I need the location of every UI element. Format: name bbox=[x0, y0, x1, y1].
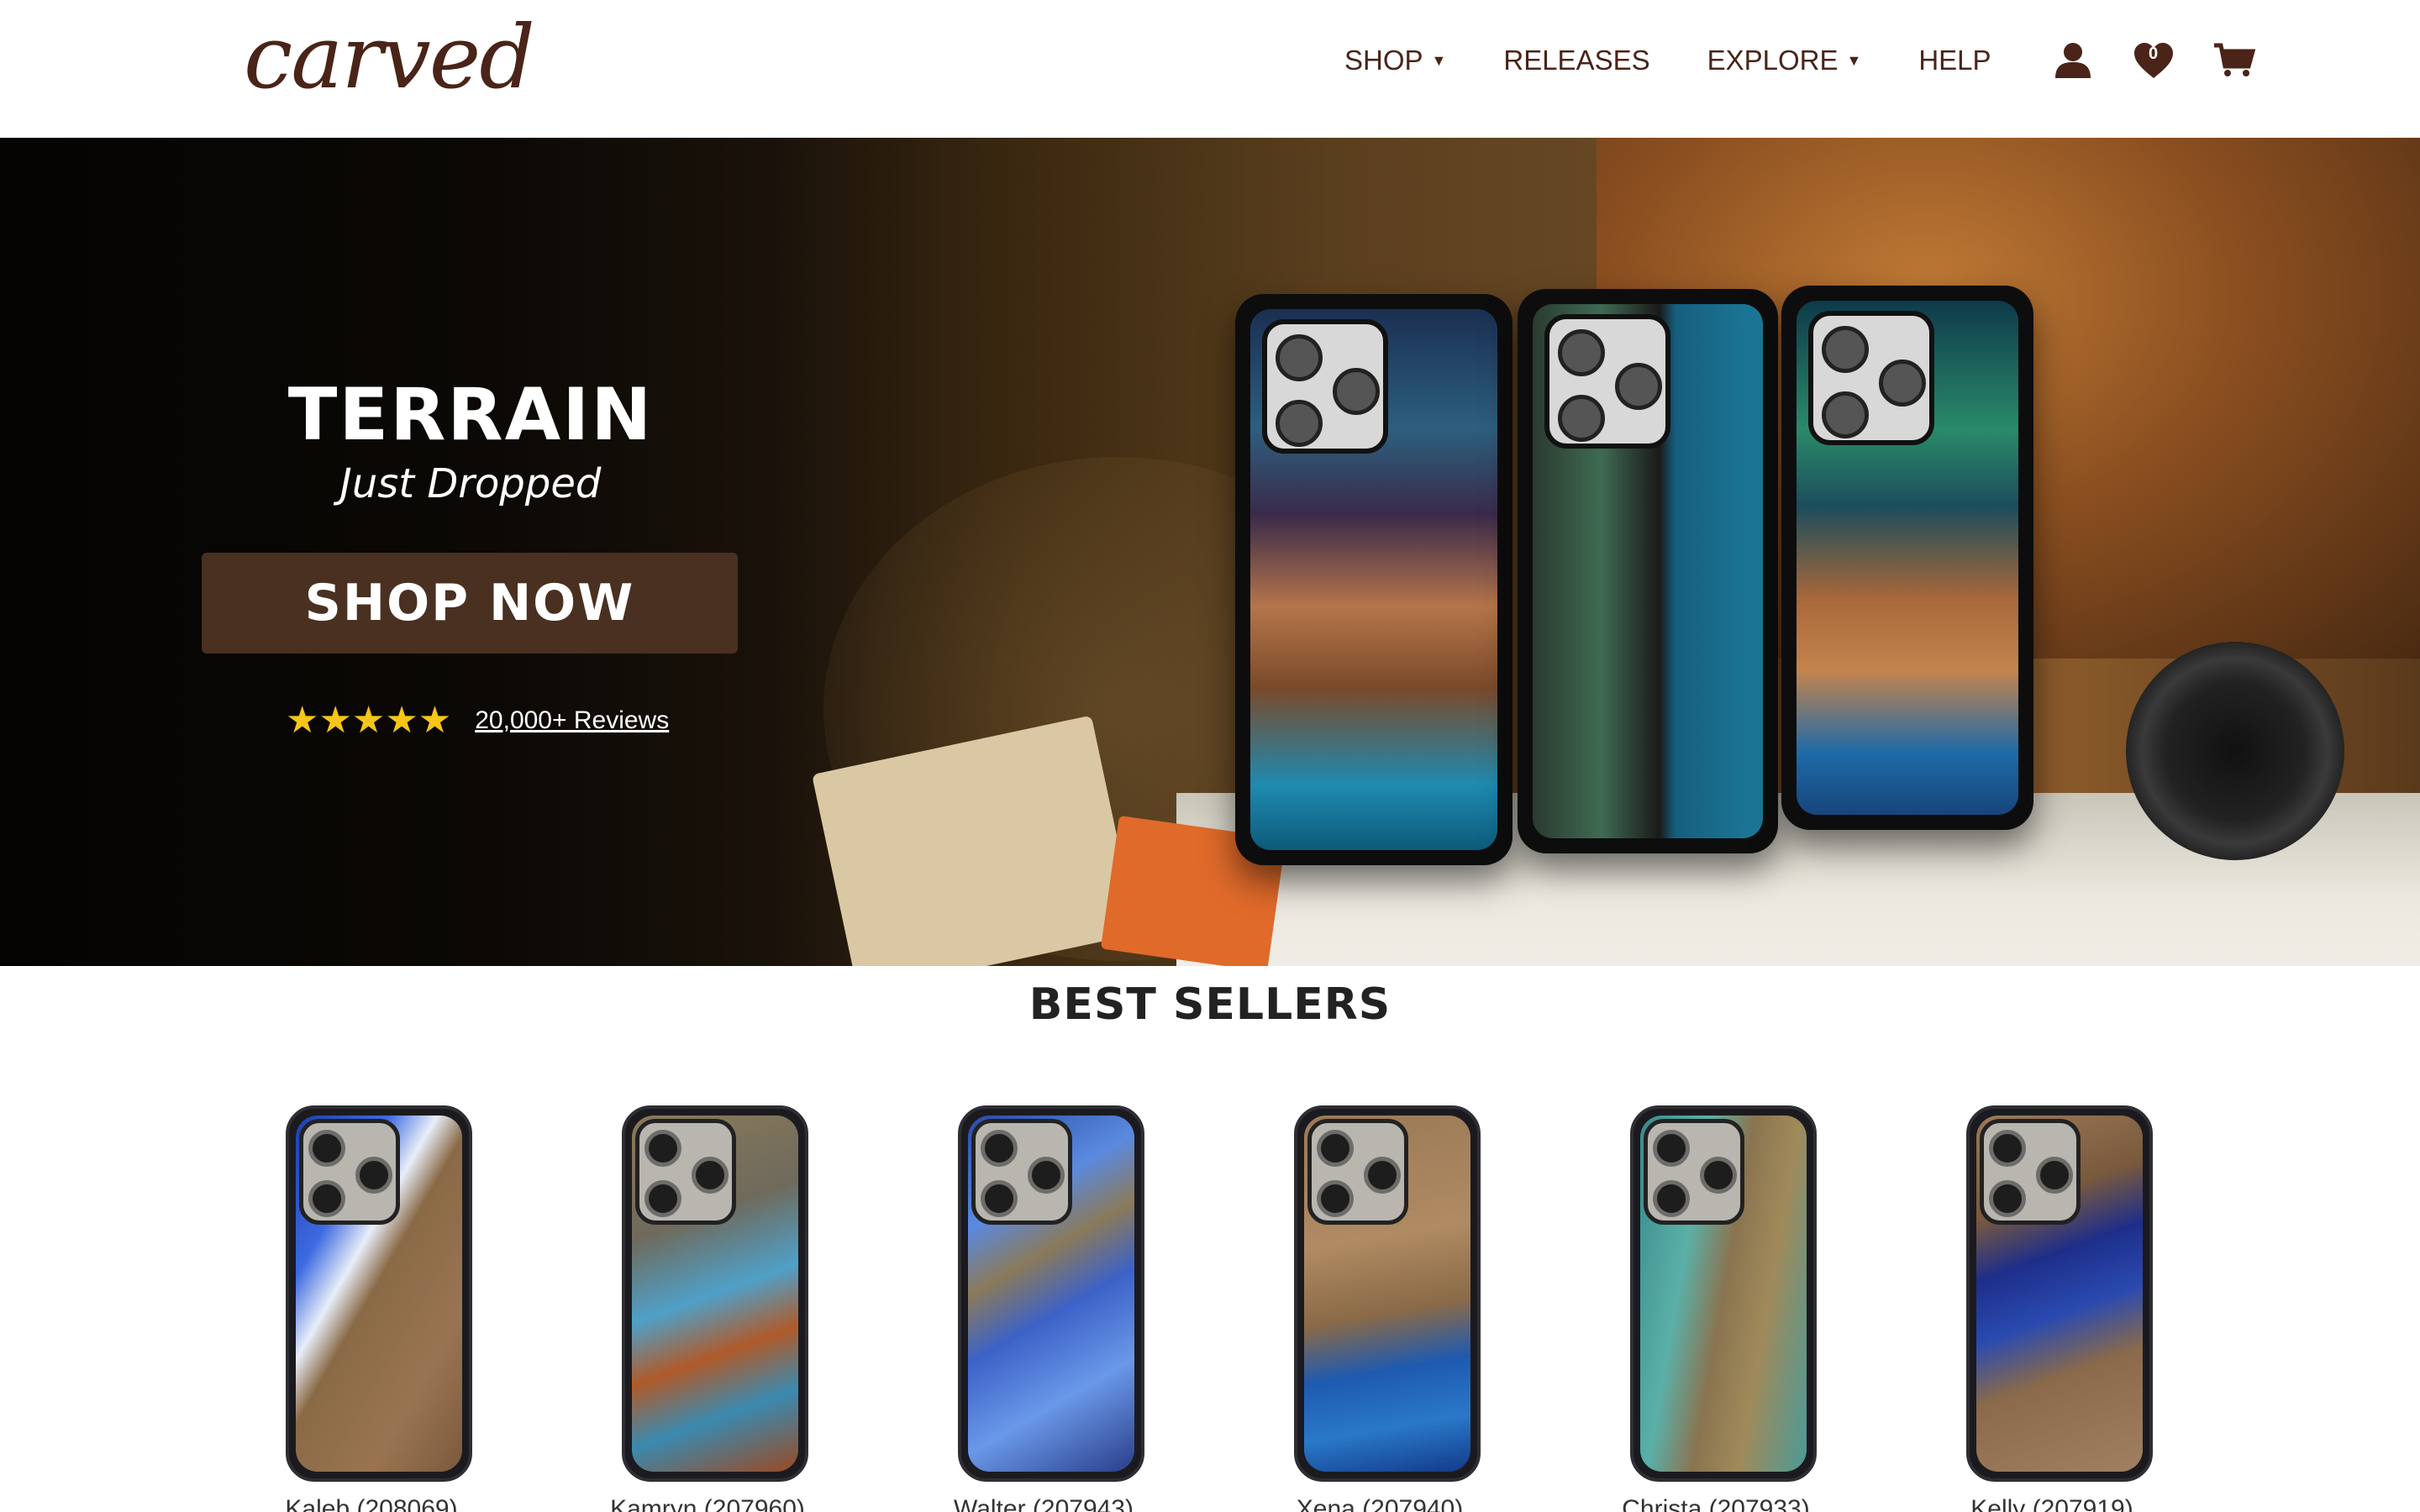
hero-phone-aurora bbox=[1781, 286, 2033, 830]
account-button[interactable] bbox=[2049, 36, 2097, 85]
product-image bbox=[958, 1105, 1144, 1482]
product-name[interactable]: Kamryn (207960) bbox=[573, 1495, 842, 1512]
product-card[interactable]: Kamryn (207960) bbox=[607, 1100, 808, 1512]
best-sellers-title: BEST SELLERS bbox=[1028, 979, 1392, 1030]
nav-explore[interactable]: EXPLORE ▼ bbox=[1707, 45, 1862, 76]
wishlist-button[interactable]: 0 bbox=[2129, 36, 2178, 85]
hero-subtitle: Just Dropped bbox=[339, 460, 602, 507]
product-card[interactable]: Christa (207933) bbox=[1615, 1100, 1817, 1512]
cart-button[interactable] bbox=[2210, 36, 2259, 85]
caret-down-icon: ▼ bbox=[1846, 51, 1862, 69]
nav-shop[interactable]: SHOP ▼ bbox=[1344, 45, 1446, 76]
hero-phone-mountains bbox=[1235, 294, 1512, 865]
product-card[interactable]: Kelly (207919) bbox=[1951, 1100, 2153, 1512]
brand-logo[interactable]: carved bbox=[244, 13, 535, 101]
product-image bbox=[1294, 1105, 1481, 1482]
product-card[interactable]: Xena (207940) bbox=[1279, 1100, 1481, 1512]
product-card[interactable]: Kaleb (208069) bbox=[271, 1100, 472, 1512]
product-image bbox=[1630, 1105, 1817, 1482]
product-name[interactable]: Kelly (207919) bbox=[1918, 1495, 2186, 1512]
product-name[interactable]: Kaleb (208069) bbox=[237, 1495, 506, 1512]
nav-help-label: HELP bbox=[1918, 45, 1991, 76]
reviews-link[interactable]: 20,000+ Reviews bbox=[475, 706, 669, 735]
nav-explore-label: EXPLORE bbox=[1707, 45, 1839, 76]
best-sellers-list: Kaleb (208069) Kamryn (207960) Walter (2… bbox=[0, 1100, 2420, 1512]
product-card[interactable]: Walter (207943) bbox=[943, 1100, 1144, 1512]
main-nav: SHOP ▼ RELEASES EXPLORE ▼ HELP 0 bbox=[1344, 37, 2291, 84]
nav-help[interactable]: HELP bbox=[1918, 45, 1991, 76]
nav-releases[interactable]: RELEASES bbox=[1503, 45, 1649, 76]
star-rating-icon: ★★★★★ bbox=[286, 700, 452, 741]
nav-shop-label: SHOP bbox=[1344, 45, 1423, 76]
wishlist-count: 0 bbox=[2149, 45, 2159, 63]
shop-now-button[interactable]: SHOP NOW bbox=[202, 553, 738, 654]
caret-down-icon: ▼ bbox=[1431, 51, 1447, 69]
product-name[interactable]: Xena (207940) bbox=[1245, 1495, 1514, 1512]
product-image bbox=[622, 1105, 808, 1482]
product-name[interactable]: Walter (207943) bbox=[909, 1495, 1178, 1512]
product-image bbox=[1966, 1105, 2153, 1482]
site-header: carved SHOP ▼ RELEASES EXPLORE ▼ HELP 0 bbox=[0, 0, 2420, 138]
hero-phone-skyline bbox=[1518, 289, 1778, 853]
camera-lens-image bbox=[2126, 642, 2344, 860]
hero-title: TERRAIN bbox=[287, 373, 654, 457]
hero-rating: ★★★★★ 20,000+ Reviews bbox=[286, 699, 669, 742]
account-icon bbox=[2054, 43, 2091, 78]
product-name[interactable]: Christa (207933) bbox=[1581, 1495, 1850, 1512]
nav-releases-label: RELEASES bbox=[1503, 45, 1650, 76]
hero-banner[interactable]: TERRAIN Just Dropped SHOP NOW ★★★★★ 20,0… bbox=[0, 138, 2420, 966]
product-image bbox=[286, 1105, 472, 1482]
cart-icon bbox=[2213, 43, 2255, 76]
